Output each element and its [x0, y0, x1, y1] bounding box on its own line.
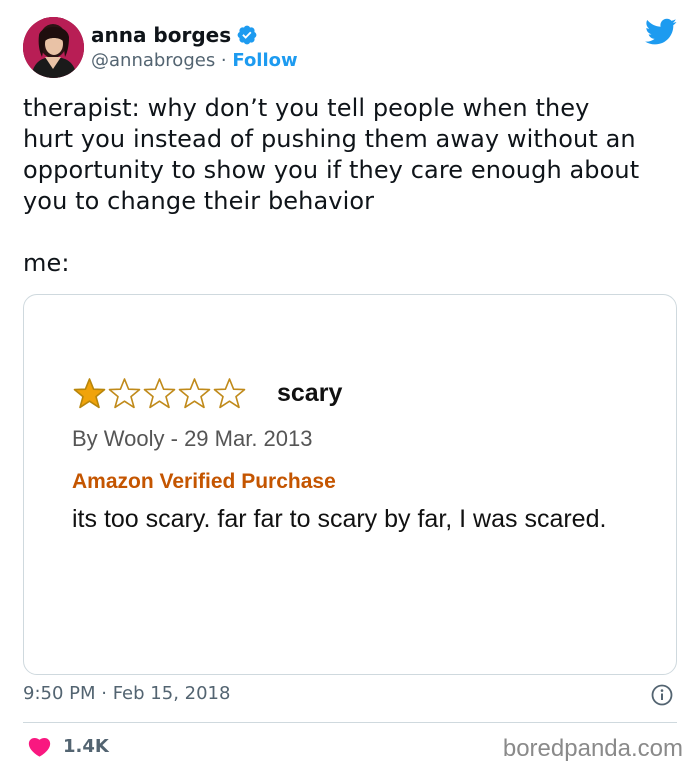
review-byline: By Wooly - 29 Mar. 2013	[72, 426, 313, 451]
author-name-text: anna borges	[91, 23, 232, 47]
star-rating	[72, 377, 247, 410]
star-empty-icon	[143, 377, 176, 408]
heart-icon	[28, 737, 51, 757]
twitter-bird-icon[interactable]	[645, 18, 677, 46]
tweet-timestamp[interactable]: 9:50 PM · Feb 15, 2018	[23, 683, 230, 704]
follow-button[interactable]: Follow	[232, 50, 297, 71]
handle-separator: ·	[215, 50, 233, 71]
tweet-text: therapist: why don’t you tell people whe…	[23, 94, 640, 277]
author-handle[interactable]: @annabroges	[91, 50, 215, 71]
divider	[23, 722, 677, 723]
review-body: its too scary. far far to scary by far, …	[72, 505, 607, 533]
star-empty-icon	[108, 377, 141, 408]
star-filled-icon	[73, 377, 106, 408]
amazon-review: scary By Wooly - 29 Mar. 2013 Amazon Ver…	[72, 377, 632, 538]
handle-row: @annabroges · Follow	[91, 49, 298, 73]
author-name[interactable]: anna borges	[91, 22, 258, 48]
review-title: scary	[277, 378, 343, 407]
like-button[interactable]: 1.4K	[28, 736, 109, 757]
review-header: scary	[72, 377, 632, 410]
verified-badge-icon	[237, 25, 257, 45]
watermark: boredpanda.com	[502, 735, 683, 762]
like-count: 1.4K	[63, 736, 109, 757]
star-empty-icon	[213, 377, 246, 408]
verified-purchase-label: Amazon Verified Purchase	[72, 470, 336, 493]
info-icon[interactable]	[651, 684, 673, 706]
tweet-media-card[interactable]: scary By Wooly - 29 Mar. 2013 Amazon Ver…	[23, 294, 677, 675]
star-empty-icon	[178, 377, 211, 408]
avatar[interactable]	[23, 17, 84, 78]
